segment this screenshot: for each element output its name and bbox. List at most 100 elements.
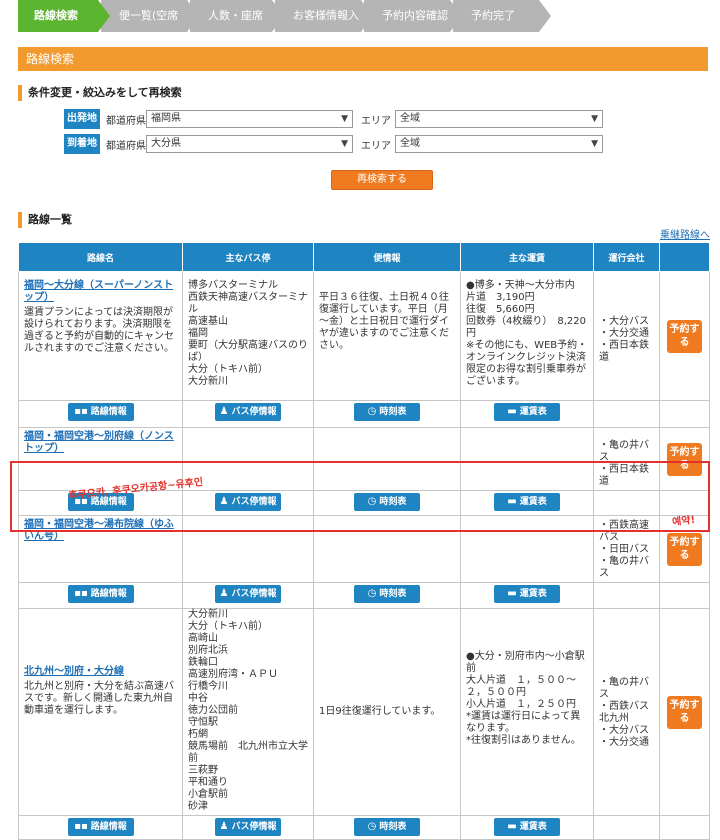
operator-name: ・亀の井バス [599, 556, 649, 579]
operator-name: ・亀の井バス [599, 677, 649, 700]
bus-stop-button[interactable]: ♟ バス停情報 [215, 818, 281, 836]
stops-cell: 大分新川 大分（トキハ前） 高崎山 別府北浜 鉄輪口 高速別府湾・ＡＰＵ 行橋今… [182, 608, 314, 816]
route-info-label: 路線情報 [90, 589, 127, 599]
route-cell: 北九州～別府・大分線 北九州と別府・大分を結ぶ高速バスです。新しく開通した東九州… [18, 608, 183, 816]
timetable-label: 時刻表 [379, 589, 407, 599]
fare-table-button[interactable]: ▬ 運賃表 [494, 403, 560, 421]
grid-icon: ▪▪ [74, 821, 88, 832]
route-table: 路線名 主なバス停 便情報 主な運賃 運行会社 福岡～大分線（スーパーノンストッ… [18, 242, 710, 840]
stop-name: 鉄輪口 [188, 657, 218, 668]
route-desc: 運賃プランによっては決済期限が設けられております。決済期限を過ぎると予約が自動的… [24, 307, 174, 354]
info-cell: 1日9往復運行しています。 [313, 608, 461, 816]
bus-stop-button[interactable]: ♟ バス停情報 [215, 493, 281, 511]
route-info-button[interactable]: ▪▪ 路線情報 [67, 585, 134, 603]
bus-stop-button[interactable]: ♟ バス停情報 [215, 585, 281, 603]
timetable-button[interactable]: ◷ 時刻表 [354, 585, 420, 603]
departure-pref-select[interactable]: 福岡県 ▼ [146, 110, 353, 128]
arrival-area-value: 全域 [400, 138, 420, 149]
progress-steps: 路線検索 便一覧(空席照会) 人数・座席条件 お客様情報入力 予約内容確認 予約… [18, 0, 551, 54]
operator-name: ・大分バス [599, 725, 649, 736]
table-header: 路線名 主なバス停 便情報 主な運賃 運行会社 [18, 242, 710, 272]
operator-name: ・大分交通 [599, 328, 649, 339]
stop-name: 朽網 [188, 729, 208, 740]
route-name-link[interactable]: 福岡～大分線（スーパーノンストップ） [24, 280, 177, 304]
route-name-link[interactable]: 福岡・福岡空港～湯布院線（ゆふいん号） [24, 519, 177, 543]
bus-stop-label: バス停情報 [231, 822, 277, 832]
step-bus-list: 便一覧(空席照会) [101, 0, 199, 54]
timetable-button[interactable]: ◷ 時刻表 [354, 818, 420, 836]
person-icon: ♟ [219, 406, 229, 417]
reserve-cell: 予約する [659, 427, 710, 491]
bus-icon: ▬ [507, 406, 517, 417]
fare-cell: ●大分・別府市内～小倉駅前 大人片道 １，５００～２，５００円 小人片道 １，２… [460, 608, 594, 816]
info-cell [313, 515, 461, 583]
departure-pref-value: 福岡県 [151, 113, 181, 124]
departure-pref-label: 都道府県 [106, 115, 146, 127]
operator-name: ・西鉄バス北九州 [599, 701, 649, 724]
col-fare: 主な運賃 [460, 242, 594, 272]
reserve-button[interactable]: 予約する [667, 442, 702, 476]
stop-name: 徳力公団前 [188, 705, 238, 716]
chevron-down-icon: ▼ [591, 139, 598, 149]
arrival-pref-label: 都道府県 [106, 140, 146, 152]
stop-name: 大分新川 [188, 376, 228, 387]
fare-table-button[interactable]: ▬ 運賃表 [494, 493, 560, 511]
route-info-button[interactable]: ▪▪ 路線情報 [67, 818, 134, 836]
table-row: 福岡～大分線（スーパーノンストップ） 運賃プランによっては決済期限が設けられてお… [18, 271, 710, 401]
fare-table-label: 運賃表 [519, 589, 547, 599]
stop-name: 福岡 [188, 328, 208, 339]
departure-area-select[interactable]: 全域 ▼ [395, 110, 603, 128]
timetable-button[interactable]: ◷ 時刻表 [354, 403, 420, 421]
clock-icon: ◷ [367, 496, 377, 507]
button-row: ▪▪ 路線情報 ♟ バス停情報 ◷ 時刻表 ▬ 運賃表 [18, 582, 710, 609]
stop-name: 大分新川 [188, 609, 228, 620]
stop-name: 三萩野 [188, 765, 218, 776]
reserve-button[interactable]: 予約する [667, 695, 702, 729]
route-name-link[interactable]: 北九州～別府・大分線 [24, 666, 177, 678]
fare-table-button[interactable]: ▬ 運賃表 [494, 818, 560, 836]
fare-info: ●大分・別府市内～小倉駅前 大人片道 １，５００～２，５００円 小人片道 １，２… [466, 651, 585, 746]
arrival-area-select[interactable]: 全域 ▼ [395, 135, 603, 153]
transfer-route-link[interactable]: 乗継路線へ [660, 226, 710, 241]
departure-area-label: エリア [361, 115, 391, 127]
fare-table-label: 運賃表 [519, 822, 547, 832]
reserve-button[interactable]: 予約する [667, 532, 702, 566]
route-desc: 北九州と別府・大分を結ぶ高速バスです。新しく開通した東九州自動車道を運行します。 [24, 681, 174, 716]
clock-icon: ◷ [367, 406, 377, 417]
button-row: ▪▪ 路線情報 ♟ バス停情報 ◷ 時刻表 ▬ 運賃表 [18, 815, 710, 840]
arrival-pref-select[interactable]: 大分県 ▼ [146, 135, 353, 153]
stop-name: 要町（大分駅高速バスのりば） [188, 340, 308, 363]
route-info-button[interactable]: ▪▪ 路線情報 [67, 403, 134, 421]
route-name-link[interactable]: 福岡・福岡空港～別府線（ノンストップ） [24, 431, 177, 455]
fare-cell: ●博多・天神～大分市内 片道 3,190円 往復 5,660円 回数券（4枚綴り… [460, 271, 594, 401]
stop-name: 小倉駅前 [188, 789, 228, 800]
stop-name: 西鉄天神高速バスターミナル [188, 292, 308, 315]
person-icon: ♟ [219, 496, 229, 507]
fare-table-button[interactable]: ▬ 運賃表 [494, 585, 560, 603]
operator-cell: ・西鉄高速バス ・日田バス ・亀の井バス [593, 515, 660, 583]
fare-cell [460, 427, 594, 491]
bus-stop-label: バス停情報 [231, 589, 277, 599]
research-button[interactable]: 再検索する [331, 170, 433, 190]
timetable-button[interactable]: ◷ 時刻表 [354, 493, 420, 511]
person-icon: ♟ [219, 821, 229, 832]
stop-name: 大分（トキハ前） [188, 621, 268, 632]
service-info: 平日３６往復、土日祝４０往復運行しています。平日（月～金）と土日祝日で運行ダイヤ… [319, 292, 449, 351]
col-reserve [659, 242, 710, 272]
step-route-search: 路線検索 [18, 0, 110, 32]
step-confirm: 予約内容確認 [364, 0, 462, 32]
section-title: 路線検索 [18, 47, 708, 71]
fare-info: ●博多・天神～大分市内 片道 3,190円 往復 5,660円 回数券（4枚綴り… [466, 280, 588, 387]
operator-cell: ・亀の井バス ・西日本鉄道 [593, 427, 660, 491]
bus-stop-label: バス停情報 [231, 407, 277, 417]
bus-stop-label: バス停情報 [231, 497, 277, 507]
bus-stop-button[interactable]: ♟ バス停情報 [215, 403, 281, 421]
reserve-button[interactable]: 予約する [667, 319, 702, 353]
stop-name: 競馬場前 北九州市立大学前 [188, 741, 308, 764]
route-info-label: 路線情報 [90, 822, 127, 832]
stop-name: 中谷 [188, 693, 208, 704]
stop-name: 平和通り [188, 777, 228, 788]
clock-icon: ◷ [367, 821, 377, 832]
person-icon: ♟ [219, 588, 229, 599]
operator-name: ・日田バス [599, 544, 649, 555]
